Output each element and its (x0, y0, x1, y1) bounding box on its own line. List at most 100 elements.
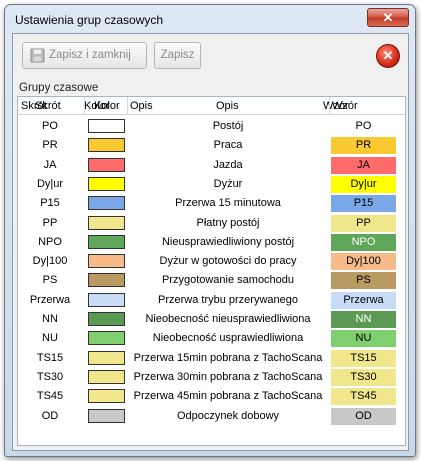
pattern-preview: Przerwa (331, 291, 396, 309)
title-bar[interactable]: Ustawienia grup czasowych ✕ (5, 5, 415, 33)
cell-description: Płatny postój (196, 216, 260, 229)
color-swatch[interactable] (88, 369, 125, 384)
color-swatch[interactable] (88, 138, 125, 153)
window-title: Ustawienia grup czasowych (15, 13, 164, 27)
color-swatch[interactable] (88, 273, 125, 288)
pattern-preview: TS45 (331, 388, 396, 406)
cell-description: Przerwa 15min pobrana z TachoScana (133, 351, 323, 364)
pattern-preview: NU (331, 330, 396, 348)
pattern-preview: PO (331, 118, 396, 135)
cell-description: Przygotowanie samochodu (161, 274, 295, 287)
table-row[interactable]: PS Przygotowanie samochodu PS (18, 271, 405, 290)
group-label: Grupy czasowe (19, 82, 99, 94)
color-swatch[interactable] (88, 254, 125, 269)
table-row[interactable]: PP Płatny postój PP (18, 214, 405, 233)
cell-code: NPO (38, 235, 62, 248)
header-separator (84, 97, 85, 114)
color-swatch[interactable] (88, 119, 125, 133)
cell-code: P15 (40, 197, 60, 210)
cell-description: Przerwa 15 minutowa (175, 197, 281, 210)
cancel-circle-icon[interactable]: ✕ (376, 44, 400, 68)
cell-description: Przerwa 45min pobrana z TachoScana (133, 390, 323, 403)
cell-description: Nieusprawiedliwiony postój (161, 235, 295, 248)
floppy-disk-icon (30, 48, 45, 63)
table-row[interactable]: NPO Nieusprawiedliwiony postój NPO (18, 233, 405, 252)
cell-code: PR (42, 139, 58, 152)
color-swatch[interactable] (88, 196, 125, 211)
table-row[interactable]: TS15 Przerwa 15min pobrana z TachoScana TS… (18, 349, 405, 368)
table-row[interactable]: NN Nieobecność nieusprawiedliwiona NN (18, 310, 405, 329)
grid-header: Skrót Skrót Kolor Kolor Opis Opis Wzór W… (18, 97, 405, 115)
color-swatch[interactable] (88, 331, 125, 346)
cell-description: Przerwa 30min pobrana z TachoScana (133, 370, 323, 383)
save-button[interactable]: Zapisz (154, 42, 201, 69)
save-and-close-label: Zapisz i zamknij (49, 49, 131, 61)
pattern-preview: Dy|100 (331, 253, 396, 271)
header-desc-a[interactable]: Opis (130, 100, 153, 112)
window-content: Zapisz i zamknij Zapisz ✕ Grupy czasowe … (12, 33, 409, 451)
settings-window: Ustawienia grup czasowych ✕ Zapisz i zam… (4, 4, 416, 457)
color-swatch[interactable] (88, 157, 125, 172)
toolbar: Zapisz i zamknij Zapisz ✕ (13, 34, 408, 76)
cell-code: JA (43, 158, 57, 171)
cell-description: Dyżur w gotowości do pracy (159, 255, 297, 268)
table-row[interactable]: NU Nieobecność usprawiedliwiona NU (18, 329, 405, 348)
save-and-close-button[interactable]: Zapisz i zamknij (22, 42, 147, 69)
color-swatch[interactable] (88, 215, 125, 230)
cell-code: PP (42, 216, 58, 229)
cell-code: Przerwa (29, 293, 71, 306)
pattern-preview: JA (331, 156, 396, 174)
table-row[interactable]: TS30 Przerwa 30min pobrana z TachoScana TS… (18, 368, 405, 387)
pattern-preview: TS15 (331, 349, 396, 367)
header-pattern-b[interactable]: Wzór (332, 100, 358, 112)
header-code-b[interactable]: Skrót (35, 100, 61, 112)
pattern-preview: PS (331, 272, 396, 290)
table-row[interactable]: P15 Przerwa 15 minutowa P15 (18, 194, 405, 213)
table-row[interactable]: PR Praca PR (18, 136, 405, 155)
cell-description: Dyżur (213, 177, 243, 190)
header-separator (329, 97, 330, 114)
cell-code: PO (42, 120, 58, 132)
header-separator (127, 97, 128, 114)
cell-code: NU (42, 332, 58, 345)
cell-code: TS15 (36, 351, 64, 364)
cell-description: Odpoczynek dobowy (176, 409, 280, 422)
pattern-preview: Dy|ur (331, 175, 396, 193)
cell-code: PS (42, 274, 58, 287)
cell-description: Przerwa trybu przerywanego (157, 293, 298, 306)
table-row[interactable]: JA Jazda JA (18, 156, 405, 175)
color-swatch[interactable] (88, 350, 125, 365)
header-desc-b[interactable]: Opis (216, 100, 239, 112)
cell-description: Nieobecność nieusprawiedliwiona (145, 313, 311, 325)
time-groups-grid[interactable]: Skrót Skrót Kolor Kolor Opis Opis Wzór W… (17, 96, 406, 446)
cell-code: TS30 (36, 370, 64, 383)
pattern-preview: OD (331, 407, 396, 425)
color-swatch[interactable] (88, 408, 125, 423)
table-row[interactable]: TS45 Przerwa 45min pobrana z TachoScana TS… (18, 387, 405, 406)
cell-description: Praca (213, 139, 243, 152)
color-swatch[interactable] (88, 389, 125, 404)
color-swatch[interactable] (88, 312, 125, 326)
table-row[interactable]: PO Postój PO (18, 117, 405, 136)
header-color-b[interactable]: Kolor (94, 100, 120, 112)
table-row[interactable]: Dy|100 Dyżur w gotowości do pracy Dy|100 (18, 252, 405, 271)
window-close-button[interactable]: ✕ (367, 8, 409, 27)
cell-code: OD (41, 409, 59, 422)
pattern-preview: PP (331, 214, 396, 232)
table-row[interactable]: Przerwa Przerwa trybu przerywanego Przerwa (18, 291, 405, 310)
cell-code: Dy|ur (36, 177, 64, 190)
cell-code: TS45 (36, 390, 64, 403)
pattern-preview: NPO (331, 233, 396, 251)
pattern-preview: TS30 (331, 368, 396, 386)
table-row[interactable]: Dy|ur Dyżur Dy|ur (18, 175, 405, 194)
color-swatch[interactable] (88, 234, 125, 249)
table-row[interactable]: OD Odpoczynek dobowy OD (18, 407, 405, 426)
pattern-preview: PR (331, 137, 396, 155)
color-swatch[interactable] (88, 292, 125, 307)
cell-description: Postój (212, 120, 244, 132)
pattern-preview: NN (331, 311, 396, 328)
cell-code: NN (42, 313, 58, 325)
time-groups-panel: Grupy czasowe Skrót Skrót Kolor Kolor Op… (17, 82, 406, 446)
cell-description: Nieobecność usprawiedliwiona (152, 332, 304, 345)
color-swatch[interactable] (88, 176, 125, 191)
